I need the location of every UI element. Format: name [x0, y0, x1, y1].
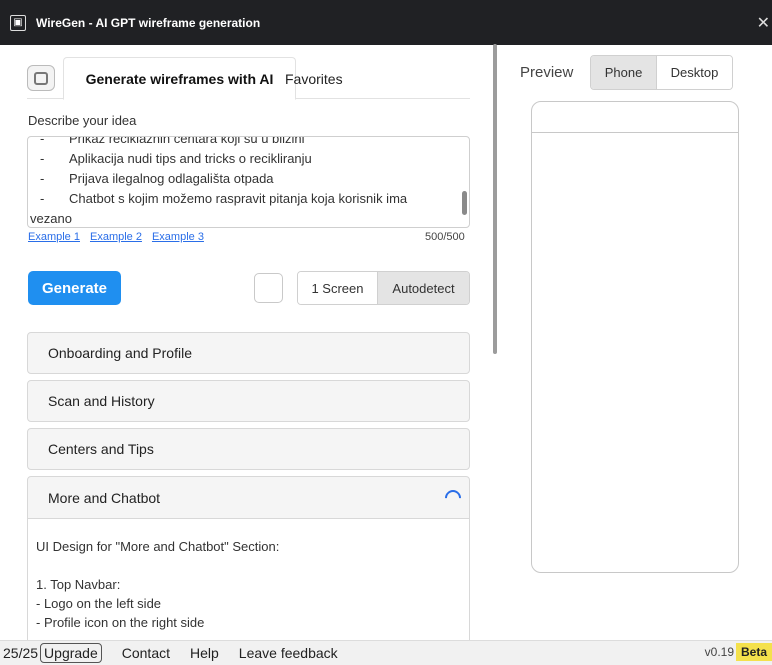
section-onboarding[interactable]: Onboarding and Profile	[27, 332, 470, 374]
autodetect-option[interactable]: Autodetect	[378, 272, 469, 304]
section-body-line: - Profile icon on the right side	[36, 615, 205, 630]
idea-line-dash: -	[40, 171, 45, 186]
generate-button[interactable]: Generate	[28, 271, 121, 305]
options-toggle[interactable]	[254, 273, 283, 303]
section-more-chatbot: More and Chatbot UI Design for "More and…	[27, 476, 470, 654]
idea-line: - Prijava ilegalnog odlagališta otpada	[28, 169, 458, 189]
beta-badge: Beta	[735, 643, 772, 661]
idea-line-dash: -	[40, 136, 45, 146]
robot-icon	[27, 65, 55, 91]
tab-generate[interactable]: Generate wireframes with AI	[63, 57, 296, 100]
title-bar: ▣ WireGen - AI GPT wireframe generation …	[0, 0, 772, 45]
feedback-link[interactable]: Leave feedback	[239, 645, 338, 661]
usage-count: 25/25	[3, 645, 39, 661]
tab-favorites[interactable]: Favorites	[285, 57, 343, 100]
idea-line: - Aplikacija nudi tips and tricks o recik…	[28, 149, 458, 169]
phone-top-bar	[532, 102, 738, 133]
footer-bar: 25/25 Upgrade Contact Help Leave feedbac…	[0, 640, 772, 665]
examples-links: Example 1 Example 2 Example 3	[28, 231, 204, 243]
describe-label: Describe your idea	[28, 113, 137, 128]
idea-line-text: vezano	[30, 211, 72, 226]
section-scan-history[interactable]: Scan and History	[27, 380, 470, 422]
idea-line: - Chatbot s kojim možemo raspravit pitanj…	[28, 189, 458, 209]
loading-spinner-icon	[441, 486, 465, 510]
idea-textarea[interactable]: - Prikaz reciklaznih centara koji su u bl…	[27, 136, 470, 228]
example-2-link[interactable]: Example 2	[90, 231, 142, 243]
section-body-line: - Logo on the left side	[36, 596, 162, 611]
screen-mode-toggle: 1 Screen Autodetect	[297, 271, 470, 305]
example-3-link[interactable]: Example 3	[152, 231, 204, 243]
idea-line-text: Prikaz reciklaznih centara koji su u bli…	[69, 136, 305, 146]
left-pane-scrollbar[interactable]	[493, 44, 497, 354]
example-1-link[interactable]: Example 1	[28, 231, 80, 243]
idea-line-dash: -	[40, 151, 45, 166]
section-content: UI Design for "More and Chatbot" Section…	[28, 519, 469, 654]
upgrade-button[interactable]: Upgrade	[40, 643, 102, 663]
contact-link[interactable]: Contact	[122, 645, 170, 661]
idea-line-text: Chatbot s kojim možemo raspravit pitanja…	[69, 191, 408, 206]
idea-line-text: Prijava ilegalnog odlagališta otpada	[69, 171, 274, 186]
preview-label: Preview	[520, 64, 574, 81]
section-body-line: UI Design for "More and Chatbot" Section…	[36, 539, 280, 554]
textarea-scrollbar[interactable]	[462, 191, 467, 215]
version-label: v0.19	[704, 645, 734, 659]
idea-line-text: Aplikacija nudi tips and tricks o recikl…	[69, 151, 312, 166]
one-screen-option[interactable]: 1 Screen	[298, 272, 378, 304]
section-body-line: 1. Top Navbar:	[36, 577, 121, 592]
close-icon[interactable]: ✕	[757, 13, 770, 33]
desktop-option[interactable]: Desktop	[657, 56, 732, 89]
app-icon: ▣	[10, 14, 26, 31]
main-tabs: Generate wireframes with AI Favorites	[27, 57, 470, 100]
window-title: WireGen - AI GPT wireframe generation	[36, 15, 261, 30]
idea-line: - Prikaz reciklaznih centara koji su u bl…	[28, 136, 458, 149]
section-header[interactable]: More and Chatbot	[28, 477, 469, 519]
section-title: More and Chatbot	[48, 489, 161, 506]
help-link[interactable]: Help	[190, 645, 219, 661]
section-body-line	[36, 556, 469, 575]
char-counter: 500/500	[425, 231, 465, 243]
preview-device-toggle: Phone Desktop	[590, 55, 733, 90]
idea-line-dash: -	[40, 191, 45, 206]
section-centers-tips[interactable]: Centers and Tips	[27, 428, 470, 470]
idea-line: vezano	[28, 209, 458, 227]
phone-option[interactable]: Phone	[591, 56, 657, 89]
phone-preview-frame	[531, 101, 739, 573]
